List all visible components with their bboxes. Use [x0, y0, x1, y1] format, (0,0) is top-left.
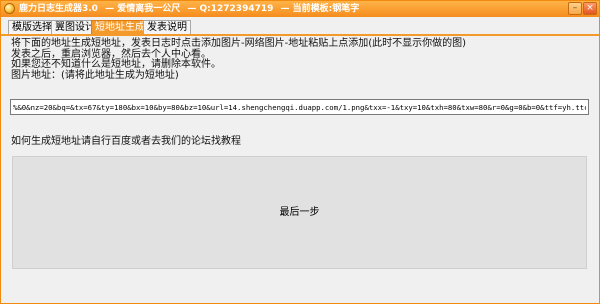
- help-text: 如何生成短地址请自行百度或者去我们的论坛找教程: [11, 136, 241, 147]
- tab-short-url[interactable]: 短地址生成: [91, 20, 149, 34]
- app-window: 鹿力日志生成器3.0 — 爱情离我一公尺 — Q:1272394719 — 当前…: [0, 0, 600, 304]
- instruction-line: 将下面的地址生成短地址，发表日志时点击添加图片-网络图片-地址粘贴上点添加(此时…: [11, 38, 467, 49]
- title-app-name: 鹿力日志生成器3.0: [19, 4, 98, 14]
- instructions: 将下面的地址生成短地址，发表日志时点击添加图片-网络图片-地址粘贴上点添加(此时…: [11, 38, 467, 81]
- tab-template-select[interactable]: 模版选择: [8, 20, 56, 34]
- short-url-panel: 将下面的地址生成短地址，发表日志时点击添加图片-网络图片-地址粘贴上点添加(此时…: [1, 36, 599, 303]
- instruction-line: 如果您还不知道什么是短地址，请删除本软件。: [11, 59, 221, 70]
- instruction-line: 图片地址：(请将此地址生成为短地址): [11, 69, 179, 81]
- window-title: 鹿力日志生成器3.0 — 爱情离我一公尺 — Q:1272394719 — 当前…: [19, 3, 363, 15]
- title-template: — 当前模板:钢笔字: [280, 4, 360, 14]
- image-url-input[interactable]: [11, 101, 588, 114]
- app-logo-icon: [4, 3, 15, 14]
- title-author: — 爱情离我一公尺: [105, 4, 181, 14]
- minimize-icon: –: [572, 3, 578, 13]
- title-bar[interactable]: 鹿力日志生成器3.0 — 爱情离我一公尺 — Q:1272394719 — 当前…: [1, 1, 599, 17]
- close-button[interactable]: ×: [583, 2, 597, 15]
- minimize-button[interactable]: –: [568, 2, 582, 15]
- title-qq: — Q:1272394719: [187, 4, 274, 14]
- image-url-field[interactable]: [10, 99, 589, 115]
- tab-publish-guide[interactable]: 发表说明: [143, 20, 191, 34]
- final-step-button[interactable]: 最后一步: [12, 156, 587, 269]
- tab-bar: 模版选择 翼图设计 短地址生成 发表说明: [1, 17, 599, 35]
- close-icon: ×: [586, 3, 594, 13]
